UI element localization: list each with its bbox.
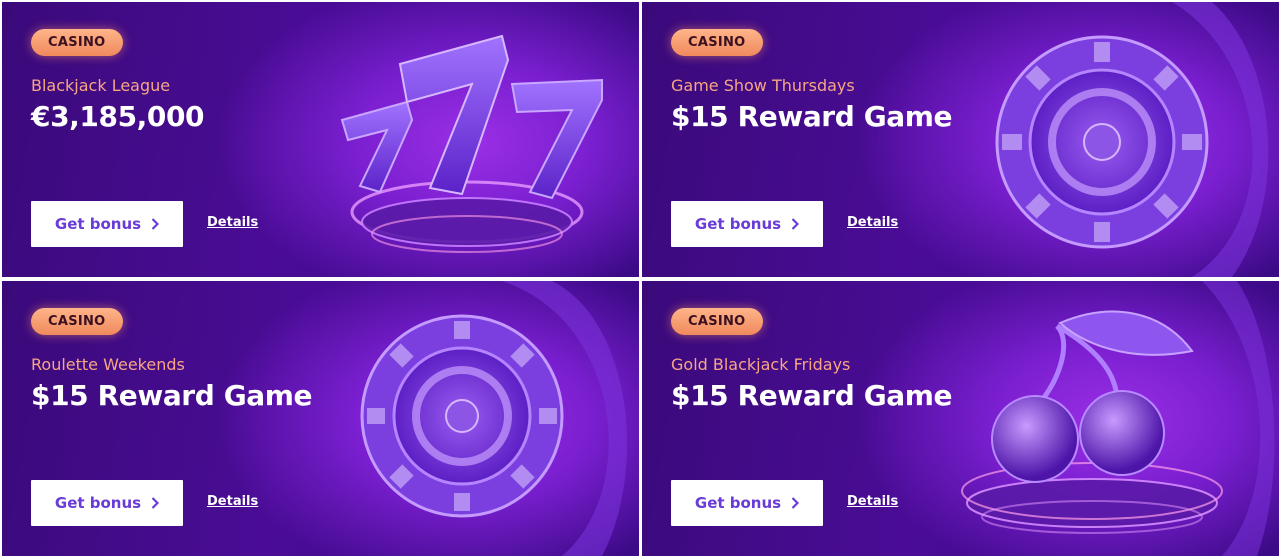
casino-badge: CASINO (671, 29, 763, 56)
promo-card-game-show-thursdays: CASINO Game Show Thursdays $15 Reward Ga… (642, 2, 1279, 277)
chevron-right-icon (151, 218, 160, 230)
promo-subtitle: Blackjack League (31, 76, 171, 95)
promo-subtitle: Game Show Thursdays (671, 76, 855, 95)
get-bonus-label: Get bonus (694, 494, 782, 512)
get-bonus-label: Get bonus (54, 494, 142, 512)
roulette-wheel-icon (360, 281, 628, 556)
casino-badge: CASINO (31, 29, 123, 56)
casino-badge: CASINO (671, 308, 763, 335)
promo-headline: $15 Reward Game (671, 379, 953, 412)
details-link[interactable]: Details (847, 215, 898, 230)
get-bonus-button[interactable]: Get bonus (671, 201, 823, 247)
promo-headline: €3,185,000 (31, 100, 205, 133)
promo-subtitle: Roulette Weekends (31, 355, 185, 374)
cherries-icon (961, 281, 1275, 556)
promo-card-gold-blackjack-fridays: CASINO Gold Blackjack Fridays $15 Reward… (642, 281, 1279, 556)
lucky-seven-icon (340, 34, 603, 253)
details-link[interactable]: Details (207, 494, 258, 509)
get-bonus-button[interactable]: Get bonus (31, 480, 183, 526)
promo-headline: $15 Reward Game (31, 379, 313, 412)
get-bonus-label: Get bonus (54, 215, 142, 233)
details-link[interactable]: Details (207, 215, 258, 230)
get-bonus-label: Get bonus (694, 215, 782, 233)
get-bonus-button[interactable]: Get bonus (31, 201, 183, 247)
chevron-right-icon (151, 497, 160, 509)
chevron-right-icon (791, 497, 800, 509)
details-link[interactable]: Details (847, 494, 898, 509)
promo-headline: $15 Reward Game (671, 100, 953, 133)
chevron-right-icon (791, 218, 800, 230)
get-bonus-button[interactable]: Get bonus (671, 480, 823, 526)
promo-card-roulette-weekends: CASINO Roulette Weekends $15 Reward Game… (2, 281, 639, 556)
roulette-wheel-icon (995, 2, 1269, 277)
promo-subtitle: Gold Blackjack Fridays (671, 355, 851, 374)
promo-card-blackjack-league: CASINO Blackjack League €3,185,000 Get b… (2, 2, 639, 277)
promo-grid: CASINO Blackjack League €3,185,000 Get b… (0, 0, 1280, 557)
casino-badge: CASINO (31, 308, 123, 335)
